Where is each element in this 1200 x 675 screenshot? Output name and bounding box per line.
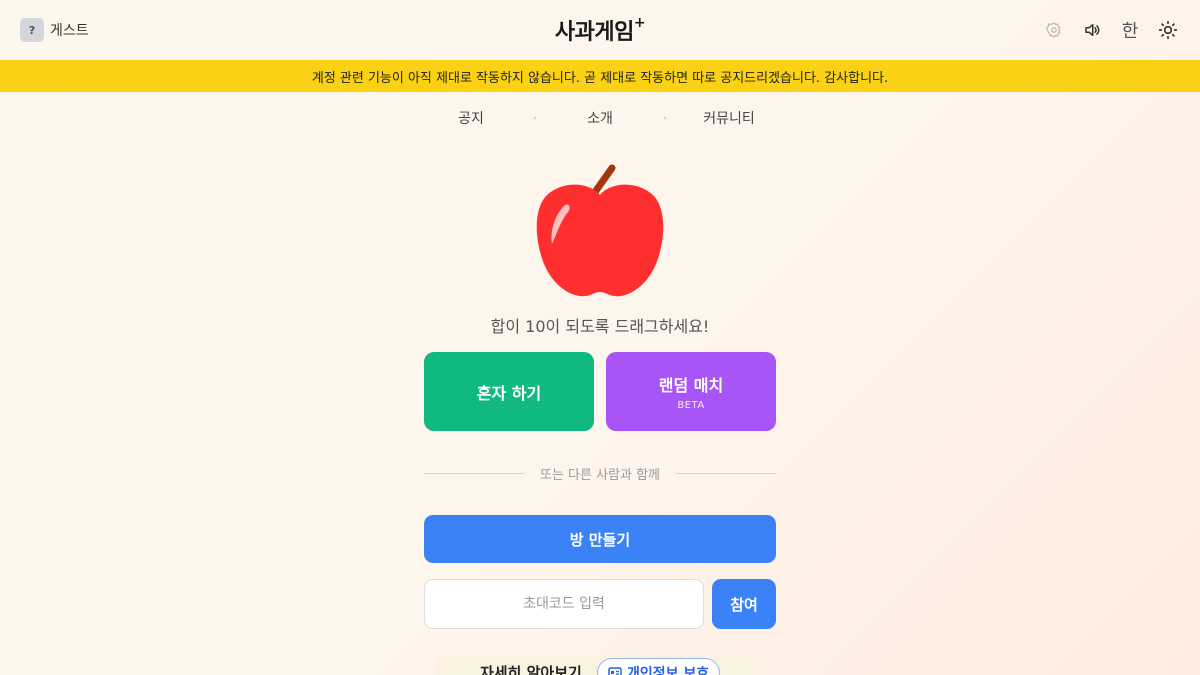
notice-banner: 계정 관련 기능이 아직 제대로 작동하지 않습니다. 곧 제대로 작동하면 따…	[0, 60, 1200, 92]
privacy-label: 개인정보 보호	[627, 666, 710, 675]
divider-text: 또는 다른 사람과 함께	[539, 468, 661, 483]
invite-code-input[interactable]	[424, 579, 704, 629]
solo-play-button[interactable]: 혼자 하기	[424, 352, 594, 431]
logo-text: 사과게임	[554, 20, 634, 45]
privacy-button[interactable]: 개인정보 보호	[597, 658, 721, 675]
sun-icon[interactable]	[1158, 18, 1178, 42]
nav-separator	[534, 117, 536, 119]
nav-item-community[interactable]: 커뮤니티	[703, 108, 755, 128]
app-logo: 사과게임+	[0, 14, 1200, 46]
random-match-label: 랜덤 매치	[658, 376, 724, 395]
create-room-button[interactable]: 방 만들기	[424, 515, 776, 563]
top-nav: 공지 소개 커뮤니티	[0, 108, 1200, 128]
solo-play-label: 혼자 하기	[476, 383, 542, 403]
settings-icon[interactable]	[1044, 18, 1064, 42]
random-match-button[interactable]: 랜덤 매치 BETA	[606, 352, 776, 431]
top-bar: ? 게스트 사과게임+ 한	[0, 0, 1200, 60]
logo-plus: +	[633, 14, 646, 31]
nav-item-notice[interactable]: 공지	[458, 108, 484, 128]
volume-icon[interactable]	[1082, 18, 1102, 42]
language-toggle[interactable]: 한	[1120, 18, 1140, 42]
nav-separator	[664, 117, 666, 119]
learn-more-link[interactable]: 자세히 알아보기	[480, 662, 582, 675]
join-label: 참여	[730, 595, 758, 614]
or-divider: 또는 다른 사람과 함께	[424, 463, 776, 483]
id-card-icon	[608, 667, 622, 675]
beta-badge: BETA	[677, 400, 705, 411]
create-room-label: 방 만들기	[569, 530, 631, 549]
notice-text: 계정 관련 기능이 아직 제대로 작동하지 않습니다. 곧 제대로 작동하면 따…	[311, 70, 889, 86]
instruction-text: 합이 10이 되도록 드래그하세요!	[490, 317, 710, 336]
header-controls: 한	[1044, 18, 1178, 42]
nav-item-about[interactable]: 소개	[587, 108, 613, 128]
apple-icon	[536, 164, 664, 297]
join-button[interactable]: 참여	[712, 579, 776, 629]
